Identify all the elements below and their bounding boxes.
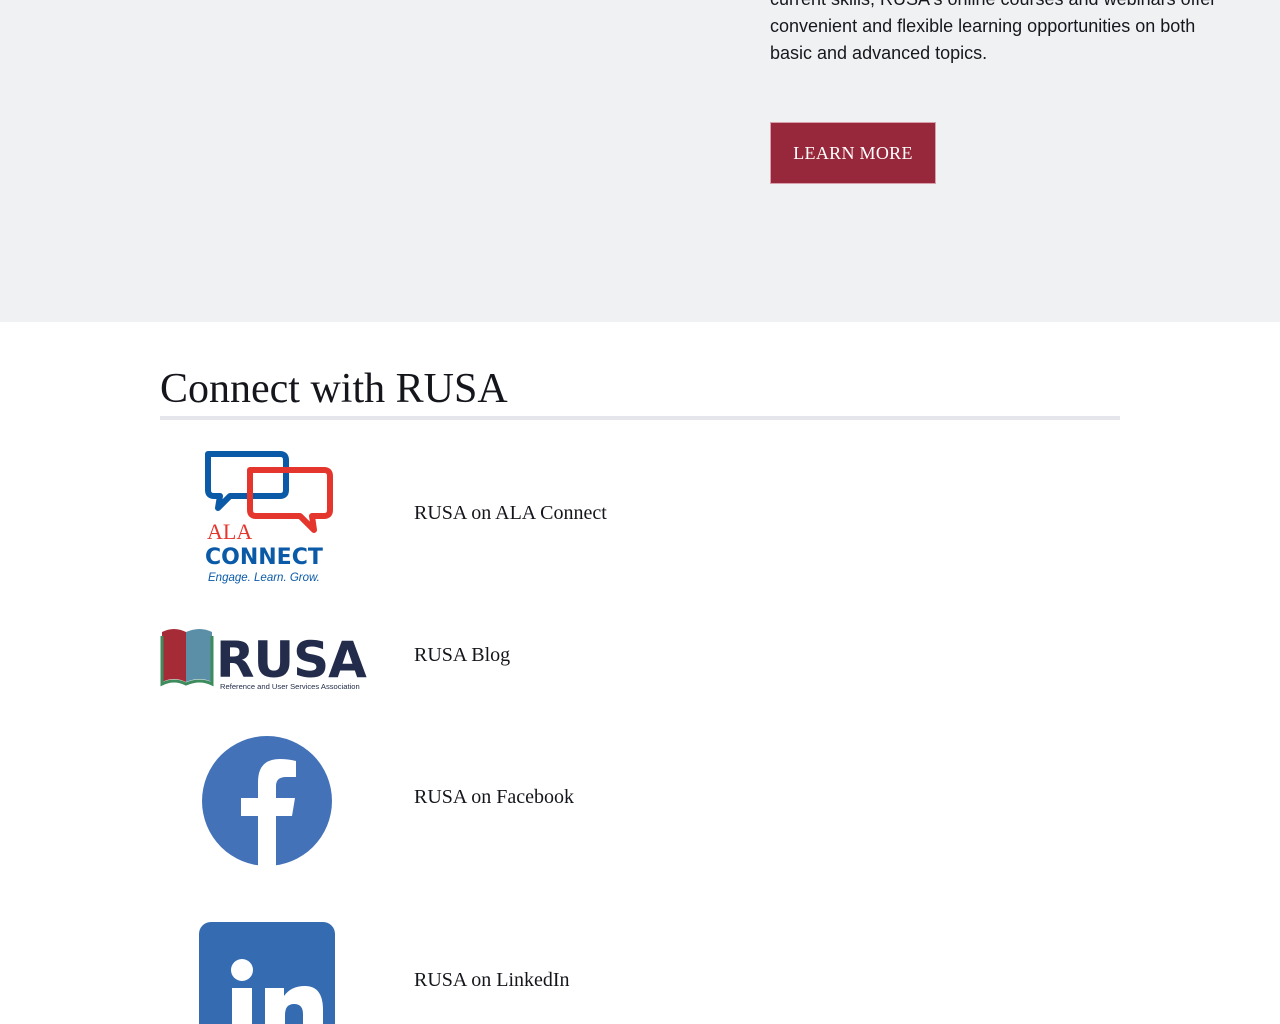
ala-connect-logo[interactable]: ALA CONNECT Engage. Learn. Grow. bbox=[200, 446, 334, 586]
facebook-link[interactable]: RUSA on Facebook bbox=[414, 784, 574, 810]
facebook-icon[interactable] bbox=[202, 736, 332, 866]
connect-section-title: Connect with RUSA bbox=[160, 366, 508, 412]
courses-promo-section: current skills, RUSA's online courses an… bbox=[0, 0, 1280, 322]
rusa-blog-link[interactable]: RUSA Blog bbox=[414, 642, 510, 668]
rusa-logo-subtitle: Reference and User Services Association bbox=[220, 682, 360, 691]
rusa-book-logo-icon: RUSA Reference and User Services Associa… bbox=[160, 629, 368, 691]
linkedin-icon[interactable] bbox=[199, 922, 335, 1024]
linkedin-square-icon bbox=[199, 922, 335, 1024]
promo-text-line-1: current skills, RUSA's online courses an… bbox=[770, 0, 1216, 9]
ala-logo-text: ALA bbox=[207, 519, 252, 544]
promo-text-line-2: convenient and flexible learning opportu… bbox=[770, 16, 1196, 36]
ala-connect-bubbles-icon: ALA CONNECT Engage. Learn. Grow. bbox=[205, 451, 333, 584]
facebook-circle-icon bbox=[202, 736, 332, 866]
connect-logo-text: CONNECT bbox=[205, 545, 323, 570]
learn-more-button[interactable]: LEARN MORE bbox=[770, 122, 936, 184]
section-divider bbox=[160, 416, 1120, 420]
rusa-logo[interactable]: RUSA Reference and User Services Associa… bbox=[160, 626, 376, 692]
rusa-logo-wordmark: RUSA bbox=[216, 631, 367, 689]
promo-description: current skills, RUSA's online courses an… bbox=[770, 0, 1250, 67]
promo-text-line-3: basic and advanced topics. bbox=[770, 43, 988, 63]
ala-connect-link[interactable]: RUSA on ALA Connect bbox=[414, 500, 607, 526]
linkedin-link[interactable]: RUSA on LinkedIn bbox=[414, 967, 570, 993]
ala-logo-tagline: Engage. Learn. Grow. bbox=[208, 572, 320, 584]
